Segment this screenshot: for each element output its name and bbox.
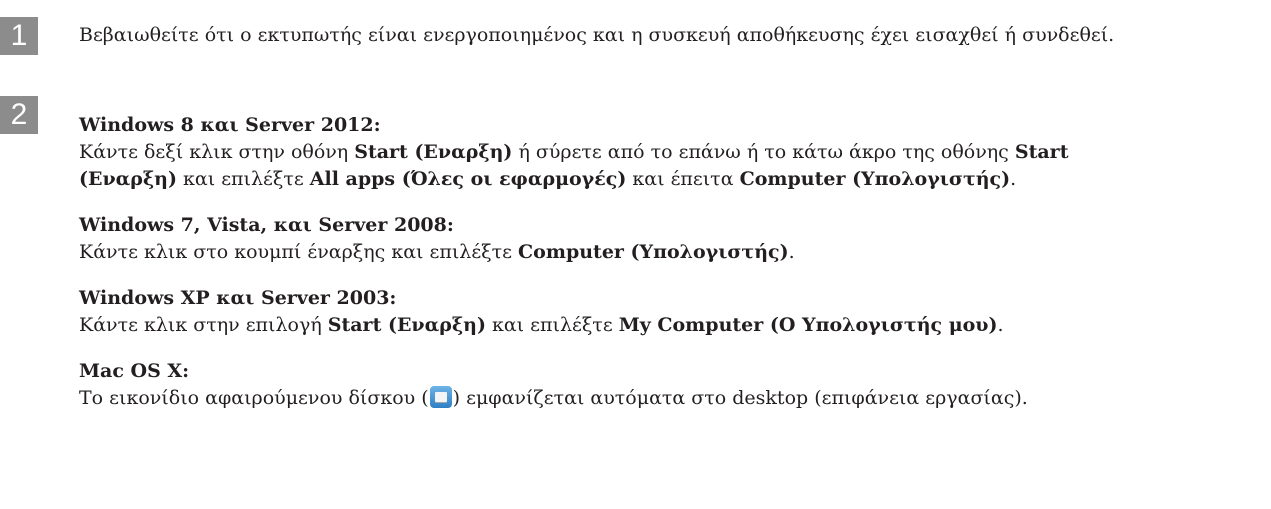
section-mac-os-x: Mac OS X: Το εικονίδιο αφαιρούμενου δίσκ… <box>79 358 1271 412</box>
ui-term: (Εναρξη) <box>79 168 177 190</box>
text-run: ή σύρετε από το επάνω ή το κάτω άκρο της… <box>512 141 1015 163</box>
step-2-body: Windows 8 και Server 2012: Κάντε δεξί κλ… <box>79 112 1271 431</box>
section-text-line: Κάντε κλικ στο κουμπί έναρξης και επιλέξ… <box>79 239 1271 266</box>
section-heading-windows-7: Windows 7, Vista, και Server 2008: <box>79 214 454 236</box>
step-number-1: 1 <box>0 17 38 55</box>
ui-term: Start (Εναρξη) <box>354 141 513 163</box>
text-run: και επιλέξτε <box>485 314 619 336</box>
section-windows-7: Windows 7, Vista, και Server 2008: Κάντε… <box>79 212 1271 266</box>
text-run: και έπειτα <box>626 168 740 190</box>
ui-term: Computer (Υπολογιστής) <box>518 241 789 263</box>
section-heading-windows-xp: Windows XP και Server 2003: <box>79 287 397 309</box>
ui-term: Start <box>1014 141 1069 163</box>
section-heading-windows-8: Windows 8 και Server 2012: <box>79 114 381 136</box>
section-text-line: (Εναρξη) και επιλέξτε All apps (Όλες οι … <box>79 166 1271 193</box>
ui-term: Computer (Υπολογιστής) <box>739 168 1011 190</box>
text-run: Κάντε κλικ στην επιλογή <box>79 314 328 336</box>
text-run: . <box>1010 168 1017 190</box>
text-run: Το εικονίδιο αφαιρούμενου δίσκου ( <box>79 387 429 409</box>
section-windows-8: Windows 8 και Server 2012: Κάντε δεξί κλ… <box>79 112 1271 193</box>
section-heading-mac-os-x: Mac OS X: <box>79 360 190 382</box>
text-run: . <box>997 314 1004 336</box>
text-run: Κάντε κλικ στο κουμπί έναρξης και επιλέξ… <box>79 241 519 263</box>
text-run: ) εμφανίζεται αυτόματα στο desktop (επιφ… <box>452 387 1028 409</box>
text-run: . <box>788 241 795 263</box>
ui-term: My Computer (Ο Υπολογιστής μου) <box>618 314 998 336</box>
section-text-line: Το εικονίδιο αφαιρούμενου δίσκου ( ) εμφα… <box>79 385 1271 412</box>
ui-term: All apps (Όλες οι εφαρμογές) <box>309 168 627 190</box>
section-text-line: Κάντε κλικ στην επιλογή Start (Εναρξη) κ… <box>79 312 1271 339</box>
ui-term: Start (Εναρξη) <box>327 314 486 336</box>
removable-disk-icon <box>429 386 452 408</box>
section-text-line: Κάντε δεξί κλικ στην οθόνη Start (Εναρξη… <box>79 139 1271 166</box>
step-1-body: Βεβαιωθείτε ότι ο εκτυπωτής είναι ενεργο… <box>79 22 1271 49</box>
step-1-text: Βεβαιωθείτε ότι ο εκτυπωτής είναι ενεργο… <box>79 24 1115 46</box>
text-run: και επιλέξτε <box>176 168 310 190</box>
section-windows-xp: Windows XP και Server 2003: Κάντε κλικ σ… <box>79 285 1271 339</box>
text-run: Κάντε δεξί κλικ στην οθόνη <box>79 141 355 163</box>
step-number-2: 2 <box>0 96 38 134</box>
